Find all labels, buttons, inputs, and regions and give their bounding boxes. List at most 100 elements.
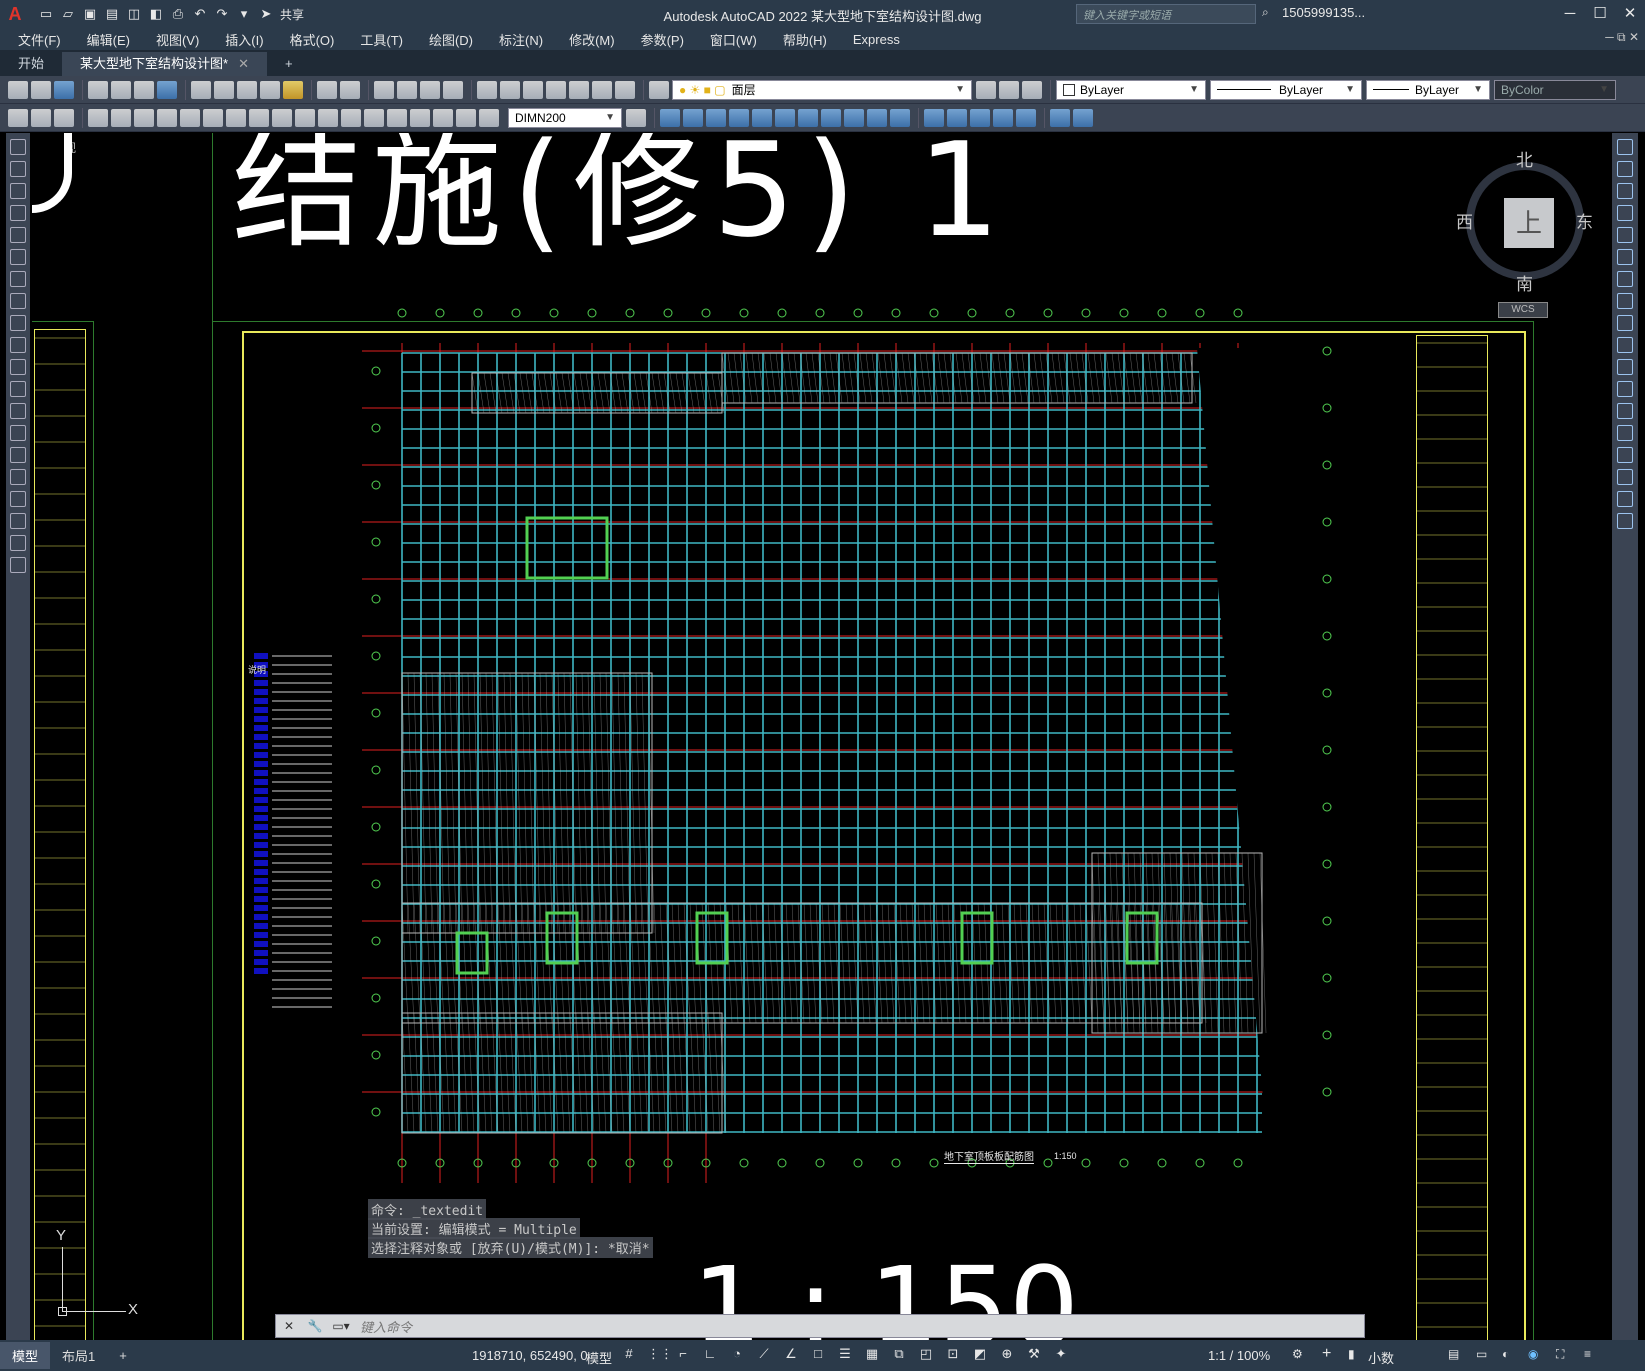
help-icon[interactable] (615, 80, 635, 99)
annotation-scale-select[interactable]: 1:1 / 100% (1208, 1348, 1270, 1363)
recent-commands-icon[interactable]: ▭▾ (328, 1319, 354, 1333)
move-icon[interactable] (775, 108, 795, 127)
viewcube-east[interactable]: 东 (1576, 208, 1593, 233)
multiline-text-icon[interactable] (10, 535, 26, 551)
viewcube-west[interactable]: 西 (1456, 208, 1473, 233)
break-tool-icon[interactable] (1617, 403, 1633, 419)
lineweight-select[interactable]: ByLayer ▼ (1366, 79, 1490, 100)
arc-length-icon[interactable] (134, 108, 154, 127)
match-properties-icon[interactable] (260, 80, 280, 99)
zoom-realtime-icon[interactable] (397, 80, 417, 99)
tool-palette-icon[interactable] (523, 80, 543, 99)
menu-parametric[interactable]: 参数(P) (641, 30, 684, 49)
block-insert-icon[interactable] (1050, 108, 1070, 127)
menu-file[interactable]: 文件(F) (18, 30, 61, 49)
polar-icon[interactable]: ◔ (728, 1346, 746, 1364)
angular-icon[interactable] (249, 108, 269, 127)
calculator-icon[interactable] (592, 80, 612, 99)
lineweight-icon[interactable]: ☰ (836, 1346, 854, 1364)
zoom-window-icon[interactable] (420, 80, 440, 99)
inspection-icon[interactable] (410, 108, 430, 127)
stretch-icon[interactable] (844, 108, 864, 127)
selection-filter-icon[interactable]: ◩ (971, 1346, 989, 1364)
blend-curves-icon[interactable] (1617, 491, 1633, 507)
gizmo-icon[interactable]: ⊕ (998, 1346, 1016, 1364)
menu-tools[interactable]: 工具(T) (360, 30, 403, 49)
add-tab-button[interactable]: + (267, 52, 311, 76)
add-layout-button[interactable]: + (107, 1344, 139, 1367)
preview-icon[interactable] (111, 80, 131, 99)
isodraft-icon[interactable]: ⟋ (755, 1346, 773, 1364)
structural-plan[interactable] (32, 133, 1610, 1340)
radius-icon[interactable] (180, 108, 200, 127)
layer-previous-icon[interactable] (999, 80, 1019, 99)
auto-scale-icon[interactable]: ✦ (1052, 1346, 1070, 1364)
center-mark-icon[interactable] (387, 108, 407, 127)
quick-properties-icon[interactable]: ▤ (1448, 1347, 1459, 1361)
tab-drawing[interactable]: 某大型地下室结构设计图* ✕ (62, 52, 267, 76)
zoom-previous-icon[interactable] (443, 80, 463, 99)
spline-icon[interactable] (10, 315, 26, 331)
tab-start[interactable]: 开始 (0, 52, 62, 76)
dim-edit-icon[interactable] (433, 108, 453, 127)
snap-icon[interactable]: ⋮⋮ (647, 1346, 673, 1364)
move-tool-icon[interactable] (1617, 249, 1633, 265)
jogged-icon[interactable] (203, 108, 223, 127)
insert-block-icon[interactable] (10, 381, 26, 397)
dim-update-icon[interactable] (479, 108, 499, 127)
stretch-tool-icon[interactable] (1617, 315, 1633, 331)
annotation-visibility-icon[interactable]: ⚒ (1025, 1346, 1043, 1364)
fillet-tool-icon[interactable] (1617, 469, 1633, 485)
drawing-window-controls[interactable]: ─ ⧉ ✕ (1605, 30, 1639, 45)
make-block-icon[interactable] (10, 403, 26, 419)
join-icon[interactable] (947, 108, 967, 127)
layer-state-icon[interactable] (1022, 80, 1042, 99)
layer-walk-icon[interactable] (54, 108, 74, 127)
hardware-acceleration-icon[interactable]: ◉ (1528, 1347, 1538, 1361)
copy-tool-icon[interactable] (1617, 161, 1633, 177)
save-web-icon[interactable]: ◧ (148, 6, 164, 22)
undo-icon[interactable]: ↶ (192, 6, 208, 22)
join-tool-icon[interactable] (1617, 425, 1633, 441)
linear-dimension-icon[interactable] (88, 108, 108, 127)
close-tab-icon[interactable]: ✕ (238, 56, 249, 71)
lock-ui-icon[interactable]: ▭ (1476, 1347, 1487, 1361)
undo-icon[interactable] (317, 80, 337, 99)
workspace-gear-icon[interactable]: ⚙ (1292, 1347, 1303, 1361)
scale-tool-icon[interactable] (1617, 293, 1633, 309)
annotation-monitor-icon[interactable]: + (1322, 1345, 1331, 1363)
cut-icon[interactable] (191, 80, 211, 99)
rotate-icon[interactable] (798, 108, 818, 127)
grid-icon[interactable]: # (620, 1346, 638, 1364)
open-file-icon[interactable]: ▱ (60, 6, 76, 22)
construction-line-icon[interactable] (10, 161, 26, 177)
point-icon[interactable] (10, 425, 26, 441)
3d-osnap-icon[interactable]: ◰ (917, 1346, 935, 1364)
explode-tool-icon[interactable] (1617, 513, 1633, 529)
object-snap-tracking-icon[interactable]: ∠ (782, 1346, 800, 1364)
array-icon[interactable] (752, 108, 772, 127)
line-tool-icon[interactable] (10, 139, 26, 155)
quick-dimension-icon[interactable] (272, 108, 292, 127)
publish-icon[interactable] (134, 80, 154, 99)
workspace-icon[interactable] (8, 108, 28, 127)
clean-screen-icon[interactable]: ⛶ (1556, 1347, 1564, 1362)
drawing-canvas[interactable]: 结施(修5) 1 视 地下室顶板板配筋图 1:150 说明 北 南 东 西 上 … (32, 133, 1610, 1340)
revision-cloud-icon[interactable] (10, 293, 26, 309)
ellipse-arc-icon[interactable] (10, 359, 26, 375)
units-select[interactable]: 小数 (1368, 1348, 1394, 1367)
erase-icon[interactable] (660, 108, 680, 127)
linetype-select[interactable]: ByLayer ▼ (1210, 79, 1362, 100)
selection-cycling-icon[interactable]: ⧉ (890, 1346, 908, 1364)
rotate-tool-icon[interactable] (1617, 271, 1633, 287)
minimize-icon[interactable]: ─ (1555, 0, 1585, 28)
circle-icon[interactable] (10, 271, 26, 287)
paste-icon[interactable] (237, 80, 257, 99)
pan-icon[interactable] (374, 80, 394, 99)
mirror-tool-icon[interactable] (1617, 183, 1633, 199)
tab-model[interactable]: 模型 (0, 1342, 51, 1369)
units-icon[interactable]: ▮ (1348, 1347, 1355, 1361)
table-icon[interactable] (10, 513, 26, 529)
scale-icon[interactable] (821, 108, 841, 127)
fillet-icon[interactable] (993, 108, 1013, 127)
